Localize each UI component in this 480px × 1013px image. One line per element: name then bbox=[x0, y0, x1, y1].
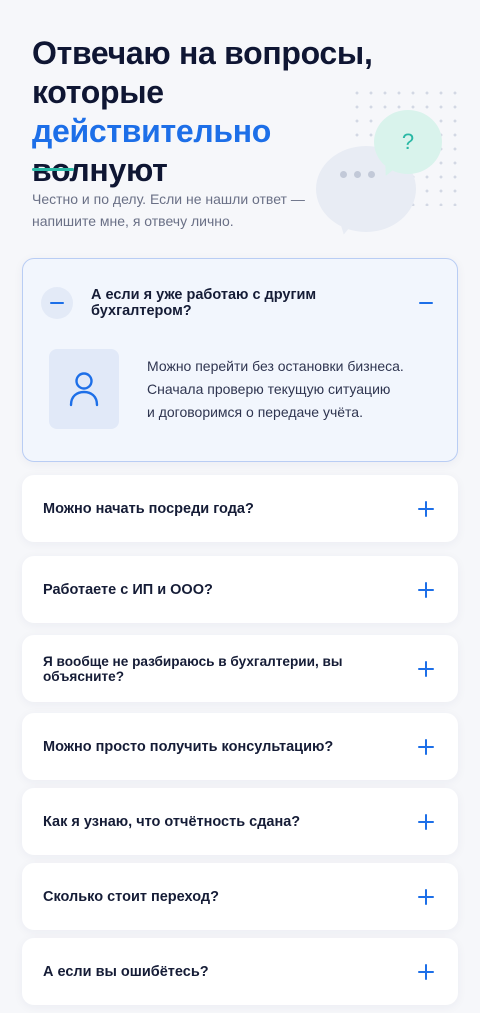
typing-dots-icon bbox=[340, 171, 375, 178]
faq-answer: Можно перейти без остановки бизнеса. Сна… bbox=[49, 349, 435, 429]
faq-question: Как я узнаю, что отчётность сдана? bbox=[43, 813, 301, 830]
faq-question: А если я уже работаю с другим бухгалтеро… bbox=[91, 287, 317, 319]
faq-item[interactable]: А если вы ошибётесь? bbox=[22, 938, 458, 1005]
faq-question: Сколько стоит переход? bbox=[43, 888, 219, 905]
faq-item-header[interactable]: А если я уже работаю с другим бухгалтеро… bbox=[41, 287, 435, 319]
plus-icon[interactable] bbox=[418, 813, 434, 830]
user-icon bbox=[49, 349, 119, 429]
faq-list: А если я уже работаю с другим бухгалтеро… bbox=[22, 258, 458, 1005]
plus-icon[interactable] bbox=[418, 581, 434, 598]
page-subtitle: Честно и по делу. Если не нашли ответ — … bbox=[32, 191, 305, 229]
collapse-icon[interactable] bbox=[419, 302, 433, 304]
faq-item[interactable]: Как я узнаю, что отчётность сдана? bbox=[22, 788, 458, 855]
faq-item[interactable]: Я вообще не разбираюсь в бухгалтерии, вы… bbox=[22, 635, 458, 702]
plus-icon[interactable] bbox=[418, 963, 434, 980]
faq-question: Можно начать посреди года? bbox=[43, 500, 254, 517]
plus-icon[interactable] bbox=[418, 660, 434, 677]
faq-question: Работаете с ИП и ООО? bbox=[43, 581, 213, 598]
faq-item[interactable]: Работаете с ИП и ООО? bbox=[22, 556, 458, 623]
plus-icon[interactable] bbox=[418, 738, 434, 755]
faq-item[interactable]: Можно начать посреди года? bbox=[22, 475, 458, 542]
faq-item[interactable]: Можно просто получить консультацию? bbox=[22, 713, 458, 780]
faq-item-open[interactable]: А если я уже работаю с другим бухгалтеро… bbox=[22, 258, 458, 462]
faq-header: Отвечаю на вопросы, которые действительн… bbox=[0, 0, 480, 258]
question-bubble-icon: ? bbox=[374, 110, 442, 174]
plus-icon[interactable] bbox=[418, 500, 434, 517]
faq-question: Можно просто получить консультацию? bbox=[43, 738, 334, 755]
faq-question: А если вы ошибётесь? bbox=[43, 963, 209, 980]
faq-item[interactable]: Сколько стоит переход? bbox=[22, 863, 458, 930]
faq-question: Я вообще не разбираюсь в бухгалтерии, вы… bbox=[43, 653, 343, 684]
title-accent: действительно bbox=[32, 113, 272, 149]
plus-icon[interactable] bbox=[418, 888, 434, 905]
faq-answer-text: Можно перейти без остановки бизнеса. Сна… bbox=[147, 357, 404, 420]
minus-circle-icon bbox=[41, 287, 73, 319]
title-divider bbox=[32, 168, 74, 171]
